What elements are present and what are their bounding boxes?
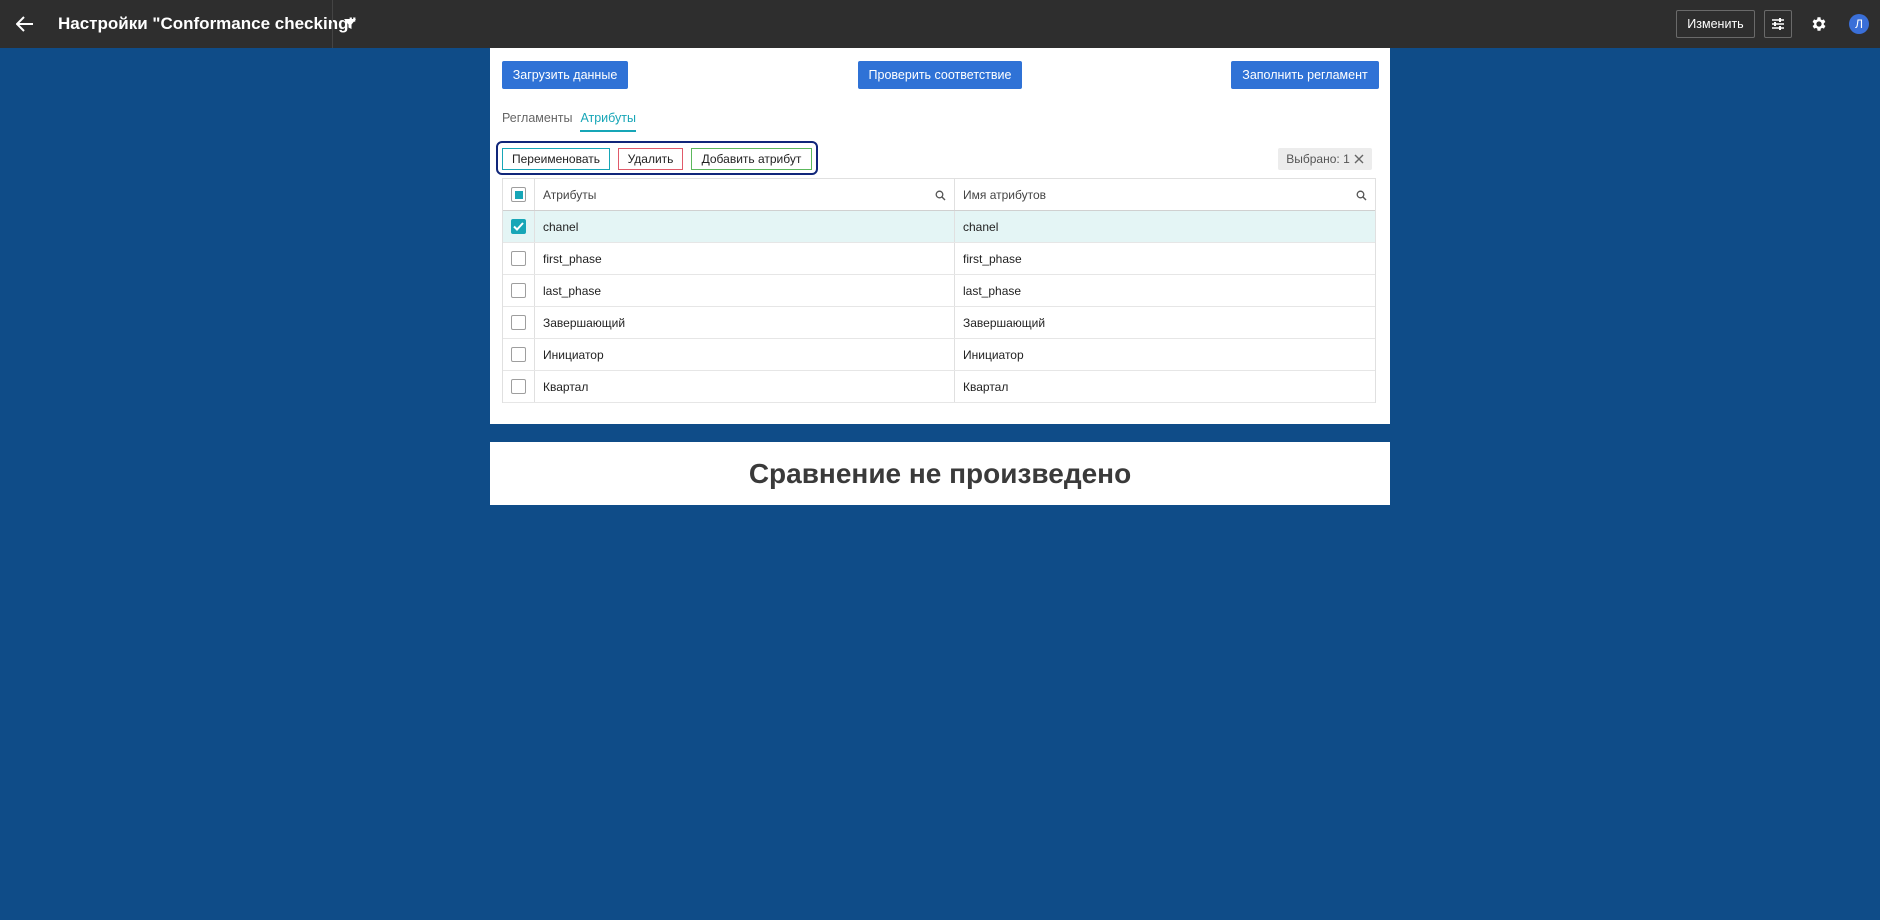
fill-regulation-button[interactable]: Заполнить регламент (1231, 61, 1379, 89)
row-checkbox-cell (503, 211, 535, 242)
comparison-result-panel: Сравнение не произведено (490, 442, 1390, 505)
gear-icon[interactable] (1808, 13, 1830, 35)
sliders-icon (1772, 18, 1784, 30)
row-checkbox-cell (503, 371, 535, 402)
avatar[interactable]: Л (1849, 14, 1869, 34)
filter-icon[interactable] (340, 12, 360, 36)
comparison-status-message: Сравнение не произведено (748, 457, 1132, 489)
row-checkbox[interactable] (511, 251, 526, 266)
row-checkbox[interactable] (511, 379, 526, 394)
edit-button[interactable]: Изменить (1676, 10, 1755, 38)
attribute-cell: last_phase (535, 275, 955, 306)
attribute-actions-group: Переименовать Удалить Добавить атрибут (496, 141, 818, 175)
attribute-cell: first_phase (535, 243, 955, 274)
divider (332, 0, 333, 48)
row-checkbox[interactable] (511, 315, 526, 330)
add-attribute-button[interactable]: Добавить атрибут (691, 148, 812, 170)
table-row[interactable]: Инициатор Инициатор (503, 339, 1375, 371)
header-checkbox-cell (503, 179, 535, 210)
page-title: Настройки "Conformance checking" (58, 14, 357, 33)
attribute-cell: chanel (535, 211, 955, 242)
select-all-checkbox[interactable] (511, 187, 526, 202)
search-icon[interactable] (1355, 189, 1367, 201)
row-checkbox-cell (503, 243, 535, 274)
attribute-name-cell: Инициатор (963, 347, 1024, 362)
selected-count-label: Выбрано: 1 (1286, 152, 1350, 166)
column-header-attributes: Атрибуты (535, 179, 955, 210)
selected-count-chip: Выбрано: 1 (1278, 148, 1372, 170)
attribute-cell: Завершающий (535, 307, 955, 338)
back-arrow-icon[interactable] (12, 12, 38, 36)
check-conformance-button[interactable]: Проверить соответствие (858, 61, 1022, 89)
load-data-button[interactable]: Загрузить данные (502, 61, 628, 89)
table-row[interactable]: last_phase last_phase (503, 275, 1375, 307)
column-header-label: Атрибуты (543, 187, 597, 202)
table-header: Атрибуты Имя атрибутов (503, 179, 1375, 211)
attribute-name-cell: Квартал (963, 379, 1009, 394)
row-checkbox[interactable] (511, 347, 526, 362)
row-checkbox-cell (503, 339, 535, 370)
table-row[interactable]: first_phase first_phase (503, 243, 1375, 275)
delete-button[interactable]: Удалить (618, 148, 683, 170)
tune-settings-button[interactable] (1764, 10, 1792, 38)
attribute-name-cell: Завершающий (963, 315, 1046, 330)
column-header-label: Имя атрибутов (963, 187, 1047, 202)
table-row[interactable]: Квартал Квартал (503, 371, 1375, 403)
tabs: Регламенты Атрибуты (502, 110, 637, 134)
attribute-name-cell: first_phase (963, 251, 1022, 266)
attribute-name-cell: chanel (963, 219, 999, 234)
top-bar: Настройки "Conformance checking" Изменит… (0, 0, 1880, 48)
row-checkbox-cell (503, 275, 535, 306)
row-checkbox[interactable] (511, 219, 526, 234)
column-header-attribute-names: Имя атрибутов (955, 179, 1375, 210)
attributes-table: Атрибуты Имя атрибутов chanel chanel fir… (502, 178, 1376, 403)
attributes-panel: Загрузить данные Проверить соответствие … (490, 48, 1390, 424)
attribute-cell: Инициатор (535, 339, 955, 370)
attribute-cell: Квартал (535, 371, 955, 402)
row-checkbox[interactable] (511, 283, 526, 298)
tab-regulations[interactable]: Регламенты (502, 110, 572, 132)
rename-button[interactable]: Переименовать (502, 148, 610, 170)
clear-selection-close-icon[interactable] (1354, 154, 1364, 164)
table-row[interactable]: chanel chanel (503, 211, 1375, 243)
tab-attributes[interactable]: Атрибуты (580, 110, 637, 132)
table-row[interactable]: Завершающий Завершающий (503, 307, 1375, 339)
attribute-name-cell: last_phase (963, 283, 1022, 298)
row-checkbox-cell (503, 307, 535, 338)
search-icon[interactable] (934, 189, 946, 201)
